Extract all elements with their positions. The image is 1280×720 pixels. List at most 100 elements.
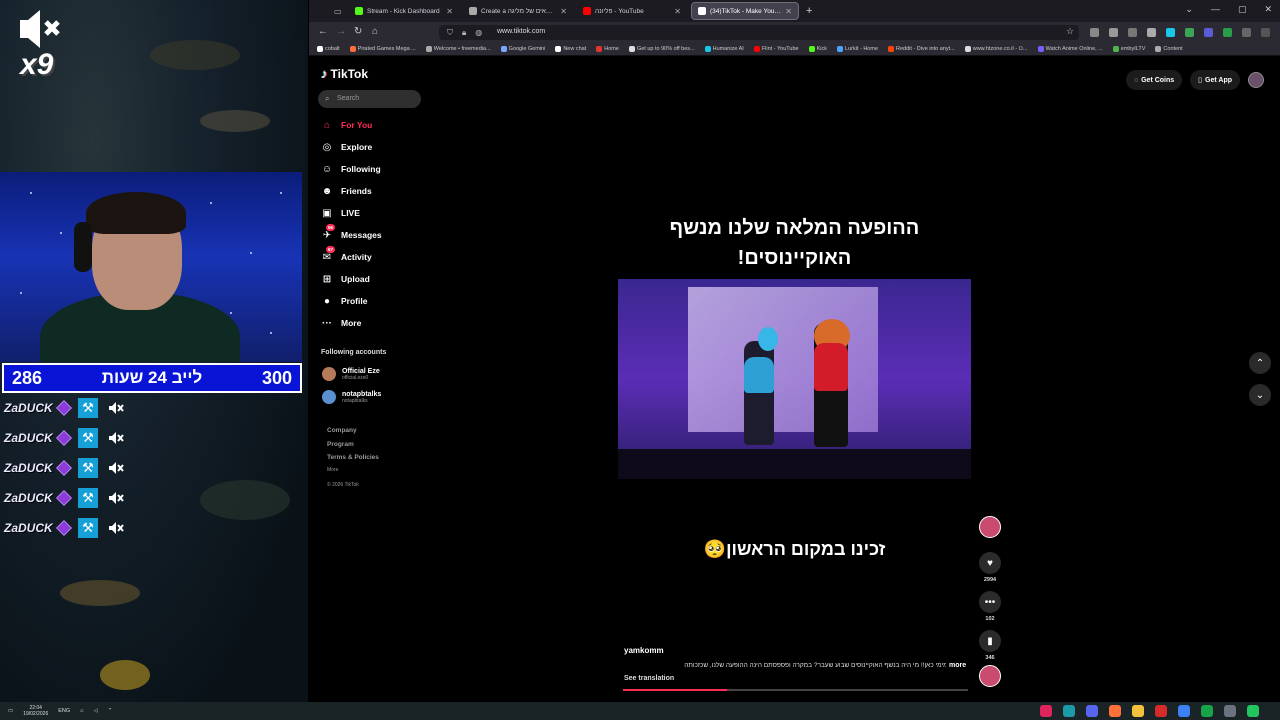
- footer-link[interactable]: Program: [327, 441, 354, 448]
- firefox-icon[interactable]: [1109, 705, 1121, 717]
- see-translation-button[interactable]: See translation: [624, 675, 674, 682]
- network-icon[interactable]: ⌂: [80, 708, 83, 714]
- video-author[interactable]: yamkomm: [624, 646, 664, 655]
- get-coins-button[interactable]: ◌ Get Coins: [1125, 70, 1183, 90]
- browser-tab[interactable]: (34)TikTok - Make Your Day ✕: [691, 2, 799, 20]
- app-icon[interactable]: [1178, 705, 1190, 717]
- back-icon[interactable]: ←: [318, 26, 328, 37]
- nav-item-activity[interactable]: ✉ 67 Activity: [321, 246, 372, 265]
- like-button[interactable]: ♥: [979, 552, 1001, 574]
- app-icon[interactable]: [1247, 705, 1259, 717]
- browser-tab[interactable]: Stream - Kick Dashboard ✕: [349, 2, 459, 20]
- comment-button[interactable]: •••: [979, 591, 1001, 613]
- bookmark-item[interactable]: Lurkit - Home: [837, 46, 878, 52]
- nav-item-explore[interactable]: ◎ Explore: [321, 139, 373, 155]
- nav-item-friends[interactable]: ☻ Friends: [321, 183, 372, 199]
- extension-icon[interactable]: [1166, 28, 1175, 37]
- minimize-icon[interactable]: —: [1211, 4, 1220, 15]
- bookmark-item[interactable]: Humanize AI: [704, 46, 744, 52]
- bookmark-item[interactable]: Content: [1155, 46, 1183, 52]
- extension-icon[interactable]: [1204, 28, 1213, 37]
- close-tab-icon[interactable]: ✕: [446, 7, 453, 16]
- address-bar[interactable]: www.tiktok.com: [439, 25, 1079, 40]
- bookmark-item[interactable]: Home: [596, 46, 619, 52]
- bookmark-item[interactable]: Flint - YouTube: [753, 46, 799, 52]
- bookmark-item[interactable]: embyILTV: [1112, 46, 1145, 52]
- discord-icon[interactable]: [1086, 705, 1098, 717]
- bookmark-item[interactable]: Kick: [808, 46, 827, 52]
- user-avatar[interactable]: [1248, 72, 1264, 88]
- bookmark-item[interactable]: Pirated Games Mega ...: [349, 46, 416, 52]
- footer-more-link[interactable]: More: [327, 467, 338, 473]
- nav-item-more[interactable]: ··· More: [321, 315, 361, 331]
- following-account[interactable]: notapbtalks notapbtalks: [322, 390, 381, 404]
- browser-tab[interactable]: פליונה - YouTube ✕: [577, 2, 687, 20]
- steam-icon[interactable]: [1063, 705, 1075, 717]
- app-icon[interactable]: [1224, 705, 1236, 717]
- tiktok-logo[interactable]: ♪ TikTok: [321, 66, 368, 81]
- shield-icon[interactable]: ⛉: [447, 28, 453, 38]
- home-icon[interactable]: ⌂: [372, 26, 378, 37]
- search-input[interactable]: ⌕ Search: [318, 90, 421, 108]
- obs-icon[interactable]: [1155, 705, 1167, 717]
- bookmark-item[interactable]: New chat: [555, 46, 586, 52]
- nav-item-following[interactable]: ☺ Following: [321, 161, 381, 177]
- video-player[interactable]: ההופעה המלאה שלנו מנשף האוקיינוסים! זכינ…: [618, 165, 971, 695]
- description-more-button[interactable]: more: [946, 662, 967, 669]
- get-app-button[interactable]: ▯ Get App: [1190, 70, 1240, 90]
- next-video-button[interactable]: ⌄: [1249, 384, 1271, 406]
- bookmark-item[interactable]: cobalt: [317, 46, 340, 52]
- volume-icon[interactable]: ◁: [93, 708, 97, 714]
- close-window-icon[interactable]: ✕: [1264, 4, 1272, 15]
- bookmark-item[interactable]: Get up to 90% off bes...: [628, 46, 695, 52]
- menu-icon[interactable]: [1261, 28, 1270, 37]
- close-tab-icon[interactable]: ✕: [785, 7, 792, 16]
- creator-avatar[interactable]: [979, 516, 1001, 538]
- account-icon[interactable]: [1090, 28, 1099, 37]
- lock-icon[interactable]: 🔒︎: [462, 28, 466, 38]
- audio-icon[interactable]: [1147, 28, 1156, 37]
- following-account[interactable]: Official Eze official.eze0: [322, 367, 380, 381]
- app-icon[interactable]: [1201, 705, 1213, 717]
- nav-item-for-you[interactable]: ⌂ For You: [321, 117, 372, 133]
- extensions-puzzle-icon[interactable]: [1242, 28, 1251, 37]
- app-icon[interactable]: [1040, 705, 1052, 717]
- nav-item-profile[interactable]: ● Profile: [321, 293, 367, 309]
- notification-icon[interactable]: ▭: [8, 708, 13, 714]
- messages-icon: ✈ 56: [322, 224, 336, 241]
- reload-icon[interactable]: ↻: [354, 26, 362, 37]
- video-progress-bar[interactable]: [623, 689, 968, 691]
- list-tabs-icon[interactable]: ⌄: [1185, 4, 1193, 15]
- nav-item-upload[interactable]: ⊞ Upload: [321, 271, 370, 287]
- bookmark-item[interactable]: Reddit - Dive into anyt...: [888, 46, 955, 52]
- clock[interactable]: 22:04 19/02/2026: [23, 705, 48, 717]
- video-frame[interactable]: [618, 279, 971, 479]
- bookmark-star-icon[interactable]: ☆: [1066, 26, 1074, 37]
- language-indicator[interactable]: ENG: [58, 708, 70, 714]
- extension-icon[interactable]: [1185, 28, 1194, 37]
- browser-tab[interactable]: Create a דירוג בנפאים של מליגה✕: [463, 2, 573, 20]
- previous-video-button[interactable]: ⌃: [1249, 352, 1271, 374]
- folder-icon[interactable]: [1132, 705, 1144, 717]
- new-tab-button[interactable]: +: [803, 2, 817, 20]
- bookmark-item[interactable]: Google Gemini: [500, 46, 545, 52]
- close-tab-icon[interactable]: ✕: [674, 7, 681, 16]
- extension-icon[interactable]: [1128, 28, 1137, 37]
- tray-chevron-icon[interactable]: ⌃: [108, 708, 113, 714]
- extension-icon[interactable]: [1109, 28, 1118, 37]
- tab-overview-button[interactable]: ▭: [331, 2, 345, 20]
- sound-disc[interactable]: [979, 665, 1001, 687]
- forward-icon[interactable]: →: [336, 26, 346, 37]
- bookmark-item[interactable]: Welcome • freemedia...: [425, 46, 491, 52]
- nav-item-messages[interactable]: ✈ 56 Messages: [321, 224, 382, 243]
- footer-link[interactable]: Terms & Policies: [327, 454, 379, 461]
- bookmark-item[interactable]: Watch Anime Online, ...: [1037, 46, 1103, 52]
- nav-item-live[interactable]: ▣ LIVE: [321, 205, 360, 221]
- close-tab-icon[interactable]: ✕: [560, 7, 567, 16]
- bookmark-item[interactable]: www.htzone.co.il - כו...: [964, 46, 1028, 52]
- maximize-icon[interactable]: ▢: [1238, 4, 1247, 15]
- extension-icon[interactable]: [1223, 28, 1232, 37]
- save-button[interactable]: ▮: [979, 630, 1001, 652]
- footer-link[interactable]: Company: [327, 427, 357, 434]
- permissions-icon[interactable]: ◍: [475, 28, 482, 38]
